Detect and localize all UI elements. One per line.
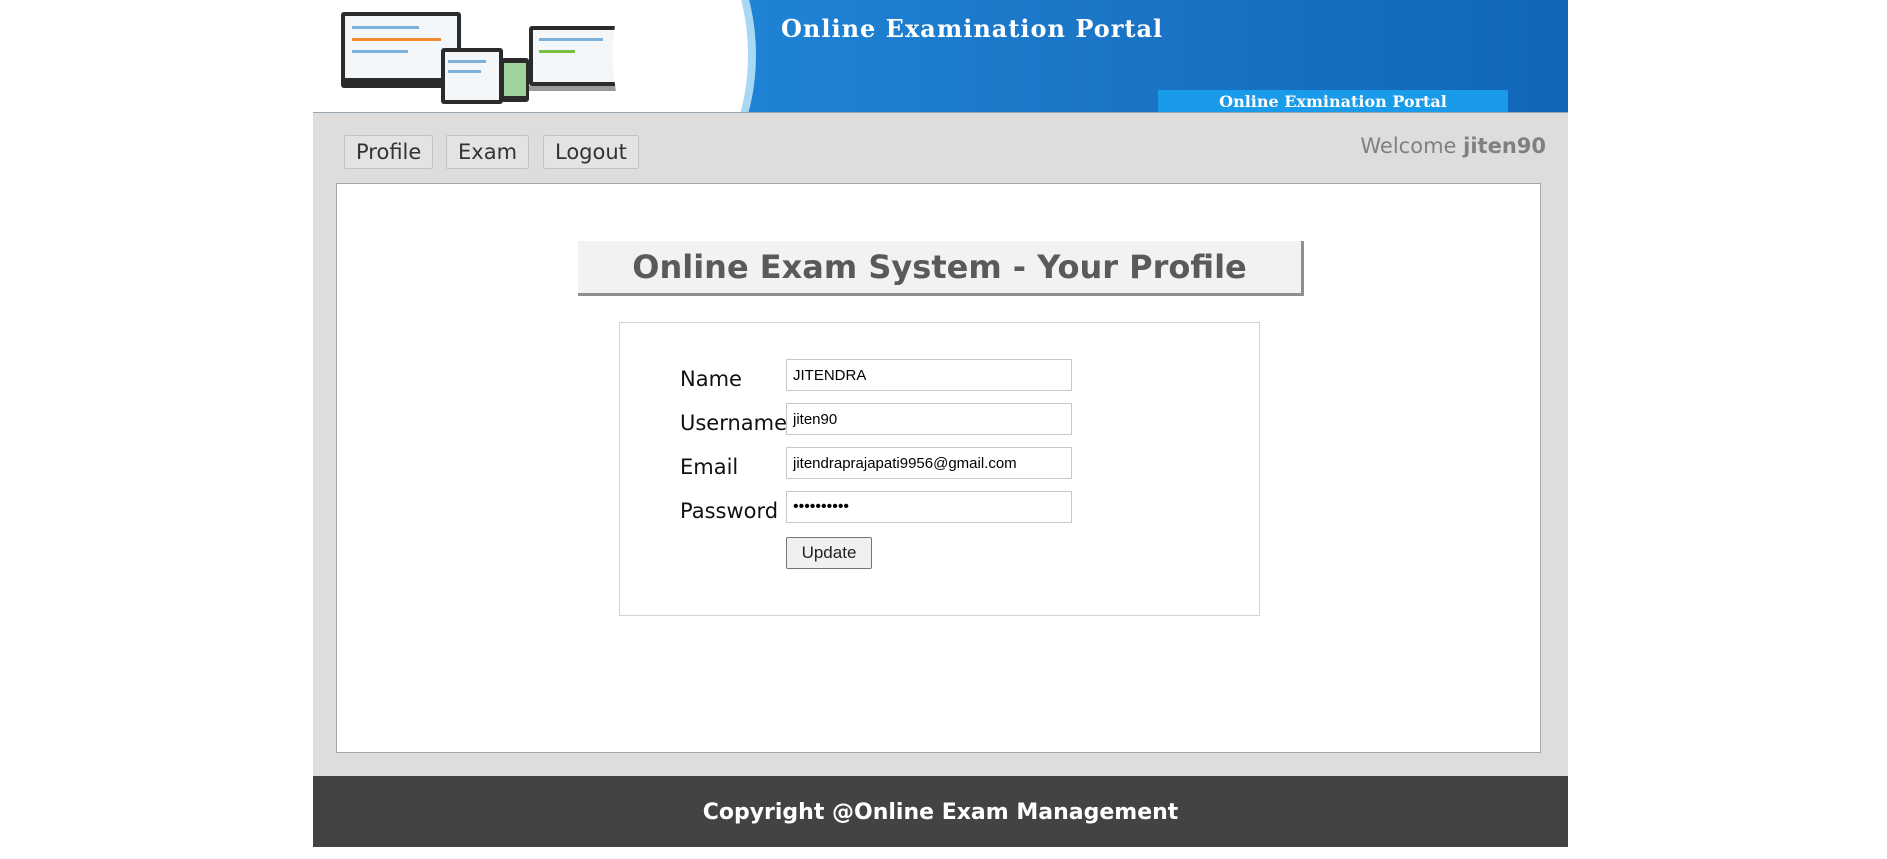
footer-copyright: Copyright @Online Exam Management bbox=[313, 776, 1568, 847]
banner-title: Online Examination Portal bbox=[781, 14, 1164, 43]
password-label: Password bbox=[680, 499, 779, 523]
email-input[interactable] bbox=[786, 447, 1072, 479]
nav-logout-button[interactable]: Logout bbox=[543, 135, 639, 169]
welcome-prefix: Welcome bbox=[1360, 134, 1457, 158]
name-input[interactable] bbox=[786, 359, 1072, 391]
nav-profile-button[interactable]: Profile bbox=[344, 135, 434, 169]
tablet-image bbox=[441, 48, 503, 104]
phone-image bbox=[501, 58, 529, 102]
email-label: Email bbox=[680, 455, 739, 479]
username-label: Username bbox=[680, 411, 788, 435]
main-content: Online Exam System - Your Profile Name U… bbox=[336, 183, 1541, 753]
header-banner: Online Examination Portal Online Exminat… bbox=[313, 0, 1568, 113]
password-input[interactable] bbox=[786, 491, 1072, 523]
page-title: Online Exam System - Your Profile bbox=[578, 241, 1304, 296]
page-wrapper: Online Examination Portal Online Exminat… bbox=[313, 0, 1568, 847]
welcome-username: jiten90 bbox=[1463, 134, 1546, 158]
banner-subtitle: Online Exmination Portal bbox=[1158, 90, 1508, 112]
update-button[interactable]: Update bbox=[786, 537, 872, 569]
nav-exam-button[interactable]: Exam bbox=[446, 135, 530, 169]
banner-arc bbox=[613, 0, 748, 112]
welcome-message: Welcome jiten90 bbox=[1360, 134, 1546, 158]
username-input[interactable] bbox=[786, 403, 1072, 435]
name-label: Name bbox=[680, 367, 742, 391]
profile-form: Name Username Email Password Update bbox=[619, 322, 1260, 616]
